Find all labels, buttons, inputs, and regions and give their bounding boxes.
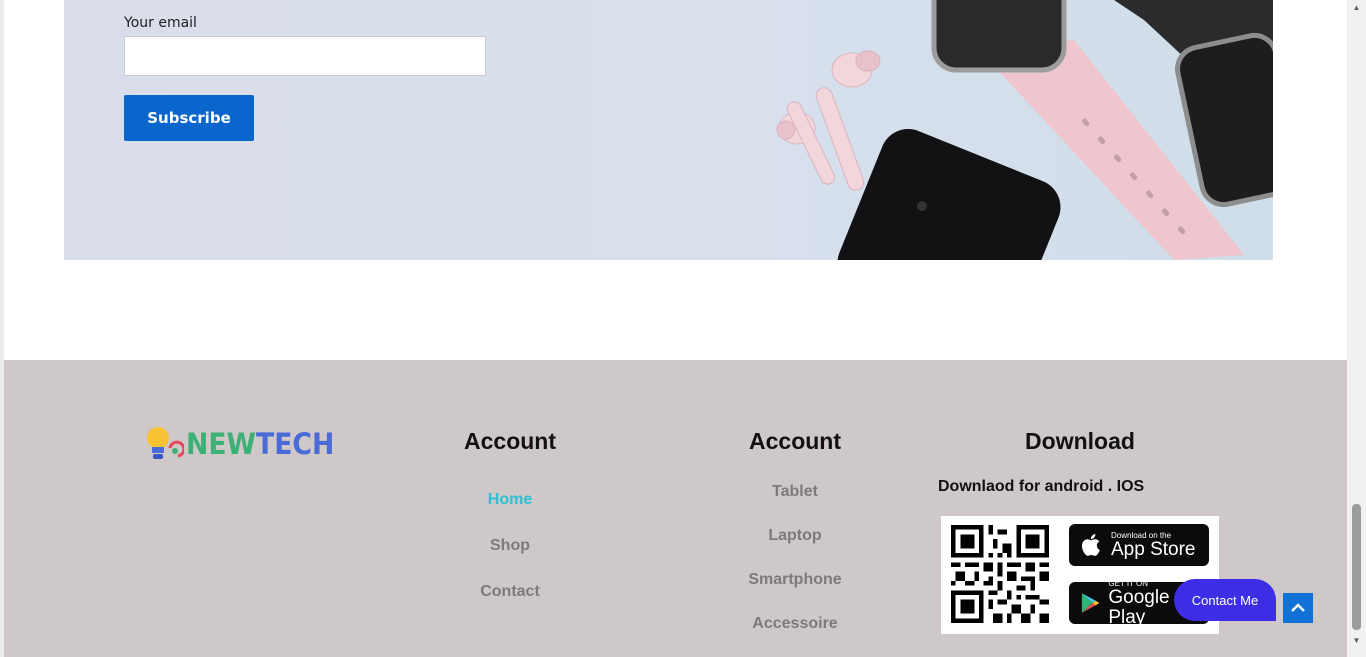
footer-link-home[interactable]: Home: [410, 491, 610, 509]
app-store-button[interactable]: Download on the App Store: [1069, 524, 1209, 566]
footer-link-laptop[interactable]: Laptop: [695, 527, 895, 545]
scroll-to-top-button[interactable]: [1283, 593, 1313, 623]
download-card: Download on the App Store GET IT ON Goog…: [941, 516, 1219, 634]
account-heading-2: Account: [749, 428, 841, 454]
newsletter-banner: Your email Subscribe: [64, 0, 1273, 260]
contact-me-button[interactable]: Contact Me: [1174, 579, 1276, 621]
subscribe-button[interactable]: Subscribe: [124, 95, 254, 141]
app-store-big-text: App Store: [1111, 538, 1196, 560]
scroll-up-arrow-icon[interactable]: ▲: [1352, 4, 1361, 12]
page: Your email Subscribe NEWTECH Account Hom…: [0, 0, 1347, 657]
scroll-down-arrow-icon[interactable]: ▼: [1352, 637, 1361, 645]
footer-link-contact[interactable]: Contact: [410, 583, 610, 601]
footer: NEWTECH Account Home Shop Contact Accoun…: [4, 360, 1347, 657]
google-play-icon: [1081, 593, 1100, 613]
footer-link-accessoire[interactable]: Accessoire: [695, 615, 895, 633]
vertical-scrollbar[interactable]: ▲ ▼: [1347, 0, 1366, 657]
scrollbar-thumb[interactable]: [1352, 504, 1361, 630]
qr-code-icon: [951, 525, 1049, 623]
footer-link-shop[interactable]: Shop: [410, 537, 610, 555]
footer-logo[interactable]: NEWTECH: [144, 424, 347, 464]
logo-wordmark: NEWTECH: [186, 427, 334, 461]
apple-icon: [1081, 533, 1100, 556]
download-subtitle: Downlaod for android . IOS: [938, 478, 1145, 495]
chevron-up-icon: [1291, 603, 1305, 612]
lightbulb-logo-icon: [147, 427, 184, 459]
footer-link-tablet[interactable]: Tablet: [695, 483, 895, 501]
email-input[interactable]: [124, 36, 486, 76]
footer-link-smartphone[interactable]: Smartphone: [695, 571, 895, 589]
logo-text-tech: TECH: [255, 427, 335, 461]
download-heading: Download: [1025, 428, 1135, 454]
account-heading: Account: [464, 428, 556, 454]
logo-text-new: NEW: [186, 427, 256, 461]
email-label: Your email: [124, 15, 197, 31]
